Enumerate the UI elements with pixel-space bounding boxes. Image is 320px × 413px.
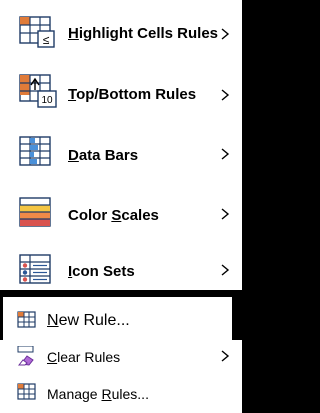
new-rule-icon	[17, 311, 36, 328]
menu-item-label: New Rule...	[47, 312, 130, 329]
menu-item-data-bars[interactable]: Data Bars	[0, 127, 242, 185]
menu-item-label: Highlight Cells Rules	[68, 25, 219, 42]
menu-item-manage-rules[interactable]: Manage Rules...	[0, 376, 242, 412]
data-bars-icon	[19, 136, 51, 166]
chevron-right-icon	[221, 208, 230, 220]
menu-item-highlight-cells-rules[interactable]: ≤ Highlight Cells Rules	[0, 5, 242, 63]
chevron-right-icon	[221, 28, 230, 40]
menu-item-label: Data Bars	[68, 147, 139, 164]
color-scales-icon	[19, 197, 51, 227]
menu-item-clear-rules[interactable]: Clear Rules	[0, 340, 242, 376]
icon-sets-icon	[19, 254, 51, 284]
top-bottom-icon-number: 10	[41, 95, 53, 106]
menu-item-color-scales[interactable]: Color Scales	[0, 187, 242, 245]
menu-item-top-bottom-rules[interactable]: 10 Top/Bottom Rules	[0, 63, 242, 121]
highlight-cells-icon: ≤	[19, 16, 55, 48]
svg-text:≤: ≤	[43, 33, 50, 47]
manage-rules-icon	[17, 383, 36, 400]
menu-item-new-rule[interactable]: New Rule...	[3, 297, 232, 341]
clear-rules-icon	[17, 346, 34, 366]
chevron-right-icon	[221, 350, 230, 362]
chevron-right-icon	[221, 89, 230, 101]
menu-item-label: Manage Rules...	[47, 386, 149, 402]
top-bottom-icon: 10	[19, 74, 57, 108]
menu-item-icon-sets[interactable]: Icon Sets	[0, 245, 242, 303]
chevron-right-icon	[221, 148, 230, 160]
menu-item-label: Color Scales	[68, 207, 159, 224]
chevron-right-icon	[221, 264, 230, 276]
menu-lower-panel: Clear Rules Manage Rules...	[0, 340, 242, 413]
menu-panel: ≤ Highlight Cells Rules 10 Top/Bottom Ru…	[0, 0, 242, 290]
conditional-formatting-menu: ≤ Highlight Cells Rules 10 Top/Bottom Ru…	[0, 0, 242, 413]
menu-item-label: Icon Sets	[68, 263, 135, 280]
menu-item-label: Top/Bottom Rules	[68, 86, 197, 103]
menu-item-label: Clear Rules	[47, 349, 121, 365]
